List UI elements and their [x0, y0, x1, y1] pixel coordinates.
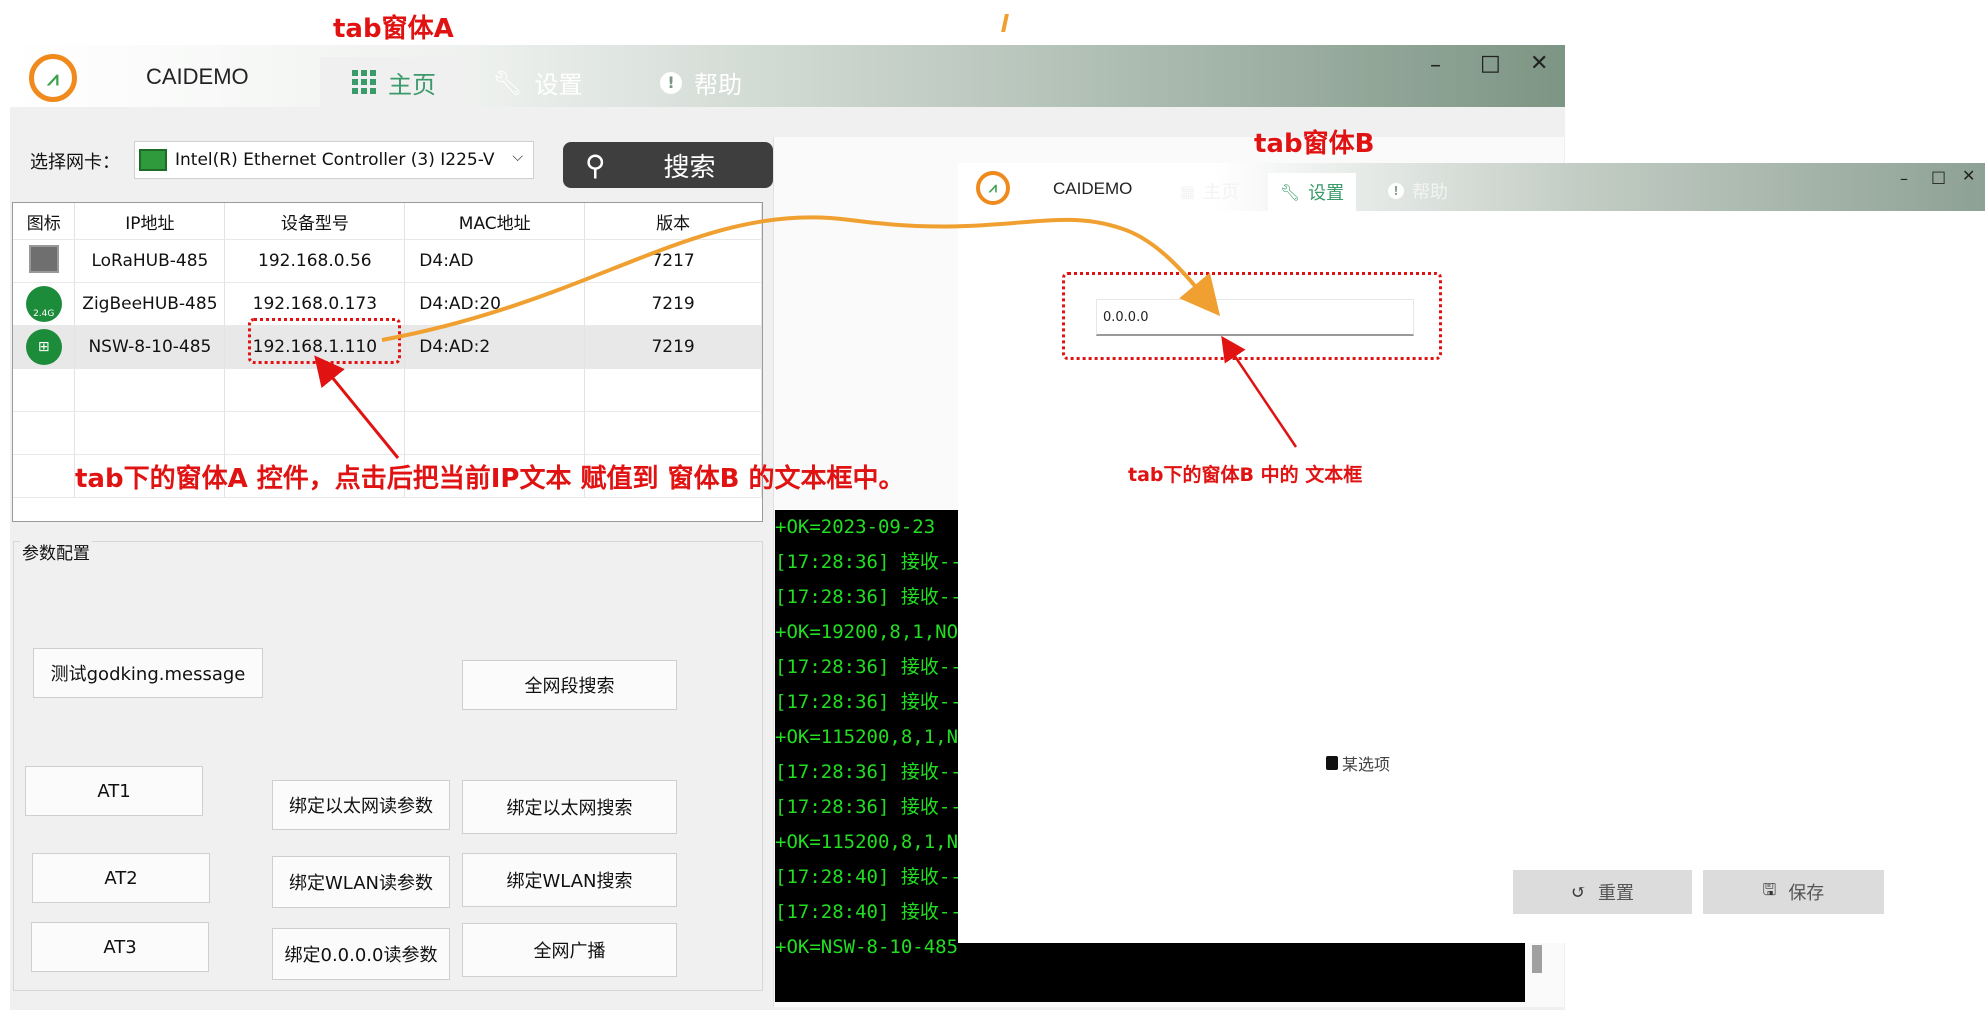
- orange-arrow: [381, 215, 1221, 342]
- annotation-arrows: [314, 215, 1298, 459]
- red-arrow-b: [1221, 335, 1298, 448]
- red-arrow-a: [314, 355, 400, 459]
